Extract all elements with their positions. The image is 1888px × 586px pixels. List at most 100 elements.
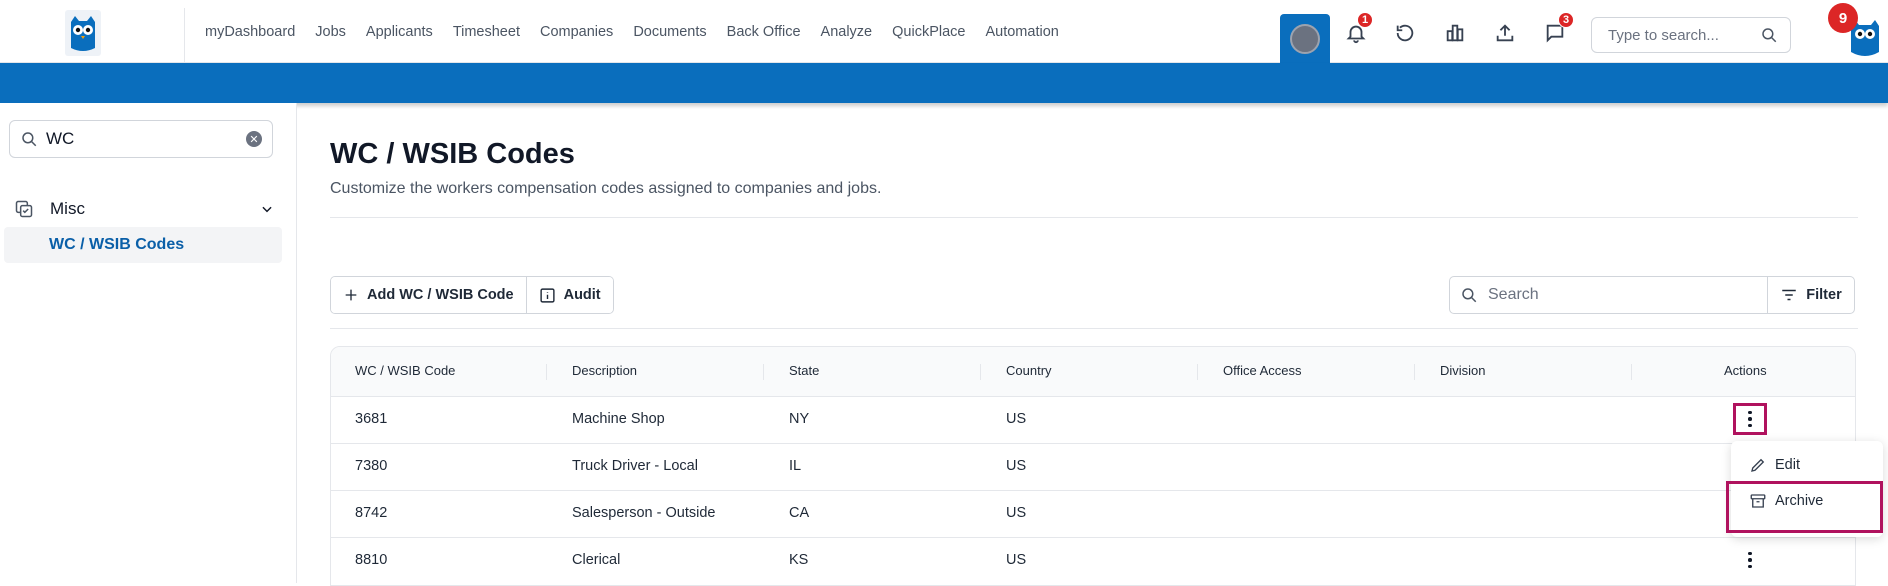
cell-code: 8742 (355, 505, 388, 521)
cell-state: CA (789, 505, 810, 521)
column-separator[interactable] (980, 364, 981, 380)
cell-description: Salesperson - Outside (572, 505, 716, 521)
filter-label: Filter (1806, 287, 1842, 303)
table-row[interactable]: 3681 Machine Shop NY US (331, 397, 1855, 444)
nav-divider (184, 8, 185, 62)
search-icon (22, 132, 37, 147)
messages-button[interactable]: 3 (1542, 12, 1574, 46)
cell-code: 3681 (355, 411, 388, 427)
column-header-country[interactable]: Country (1006, 363, 1052, 378)
audit-button[interactable]: Audit (525, 277, 613, 313)
bar-chart-icon (1446, 24, 1464, 42)
upload-button[interactable] (1492, 20, 1518, 46)
table-search-input[interactable] (1488, 286, 1748, 304)
settings-sidebar: ✕ Misc WC / WSIB Codes (0, 103, 297, 583)
history-icon (1396, 24, 1414, 42)
nav-applicants[interactable]: Applicants (366, 24, 433, 40)
menu-item-edit-label: Edit (1775, 457, 1800, 473)
column-header-actions: Actions (1724, 363, 1767, 378)
kebab-icon (1748, 551, 1752, 569)
nav-automation[interactable]: Automation (985, 24, 1058, 40)
nav-timesheet[interactable]: Timesheet (453, 24, 520, 40)
history-button[interactable] (1392, 20, 1418, 46)
add-code-label: Add WC / WSIB Code (367, 287, 514, 303)
archive-highlight-box (1726, 481, 1883, 533)
cell-description: Truck Driver - Local (572, 458, 698, 474)
column-header-code[interactable]: WC / WSIB Code (355, 363, 455, 378)
sidebar-item-wc-wsib-codes[interactable]: WC / WSIB Codes (4, 227, 282, 263)
column-separator[interactable] (1631, 364, 1632, 380)
nav-back-office[interactable]: Back Office (727, 24, 801, 40)
column-separator[interactable] (546, 364, 547, 380)
cell-country: US (1006, 458, 1027, 474)
search-icon (1462, 288, 1477, 303)
global-search-input[interactable] (1608, 26, 1760, 44)
add-code-button[interactable]: Add WC / WSIB Code (331, 277, 526, 313)
table-search: Filter (1449, 276, 1855, 314)
cell-code: 8810 (355, 552, 388, 568)
table-row[interactable]: 8810 Clerical KS US (331, 538, 1855, 585)
table-row[interactable]: 8742 Salesperson - Outside CA US (331, 491, 1855, 538)
row-actions-button[interactable] (1735, 545, 1765, 575)
sidebar-search-input[interactable] (46, 129, 246, 149)
plus-icon (345, 289, 357, 301)
column-header-office-access[interactable]: Office Access (1223, 363, 1302, 378)
notifications-button[interactable]: 1 (1343, 12, 1373, 46)
sidebar-group-misc[interactable]: Misc (14, 196, 274, 222)
kebab-icon (1748, 410, 1752, 428)
analytics-button[interactable] (1442, 20, 1468, 46)
menu-item-edit[interactable]: Edit (1749, 456, 1800, 474)
sidebar-item-label: WC / WSIB Codes (49, 236, 185, 253)
table-header: WC / WSIB Code Description State Country… (331, 347, 1855, 397)
clear-search-icon[interactable]: ✕ (246, 131, 262, 147)
page-title: WC / WSIB Codes (330, 138, 575, 170)
divider (330, 328, 1858, 329)
column-header-state[interactable]: State (789, 363, 819, 378)
row-actions-button[interactable] (1733, 403, 1767, 435)
nav-mydashboard[interactable]: myDashboard (205, 24, 295, 40)
top-navbar: myDashboard Jobs Applicants Timesheet Co… (0, 0, 1888, 63)
nav-documents[interactable]: Documents (633, 24, 706, 40)
nav-jobs[interactable]: Jobs (315, 24, 346, 40)
sidebar-search: ✕ (9, 120, 273, 158)
cell-state: NY (789, 411, 810, 427)
search-icon[interactable] (1760, 26, 1778, 44)
nav-quickplace[interactable]: QuickPlace (892, 24, 965, 40)
nav-analyze[interactable]: Analyze (821, 24, 873, 40)
user-badge: 9 (1828, 3, 1858, 33)
filter-icon (1782, 289, 1797, 301)
info-icon (540, 287, 555, 303)
global-search (1591, 17, 1791, 53)
cell-country: US (1006, 505, 1027, 521)
toolbar-buttons: Add WC / WSIB Code Audit (330, 276, 614, 314)
notifications-badge: 1 (1357, 12, 1373, 28)
cell-state: IL (789, 458, 802, 474)
nav-companies[interactable]: Companies (540, 24, 613, 40)
cell-description: Machine Shop (572, 411, 665, 427)
upload-icon (1496, 24, 1514, 42)
column-separator[interactable] (1414, 364, 1415, 380)
avatar (1290, 23, 1320, 54)
wc-codes-table: WC / WSIB Code Description State Country… (330, 346, 1856, 586)
checklist-icon (15, 200, 33, 218)
cell-country: US (1006, 552, 1027, 568)
column-separator[interactable] (1197, 364, 1198, 380)
app-logo[interactable] (63, 8, 103, 58)
table-search-field (1450, 277, 1768, 313)
chevron-down-icon[interactable] (260, 202, 274, 216)
column-separator[interactable] (763, 364, 764, 380)
table-row[interactable]: 7380 Truck Driver - Local IL US (331, 444, 1855, 491)
column-header-description[interactable]: Description (572, 363, 637, 378)
sidebar-group-label: Misc (50, 199, 85, 218)
main-nav: myDashboard Jobs Applicants Timesheet Co… (205, 0, 1079, 63)
pencil-icon (1751, 458, 1765, 472)
audit-label: Audit (563, 287, 601, 303)
profile-button[interactable] (1280, 14, 1330, 63)
messages-badge: 3 (1558, 12, 1574, 28)
header-banner (0, 63, 1888, 103)
page-subtitle: Customize the workers compensation codes… (330, 180, 882, 197)
cell-code: 7380 (355, 458, 388, 474)
column-header-division[interactable]: Division (1440, 363, 1486, 378)
filter-button[interactable]: Filter (1768, 277, 1854, 313)
cell-state: KS (789, 552, 809, 568)
